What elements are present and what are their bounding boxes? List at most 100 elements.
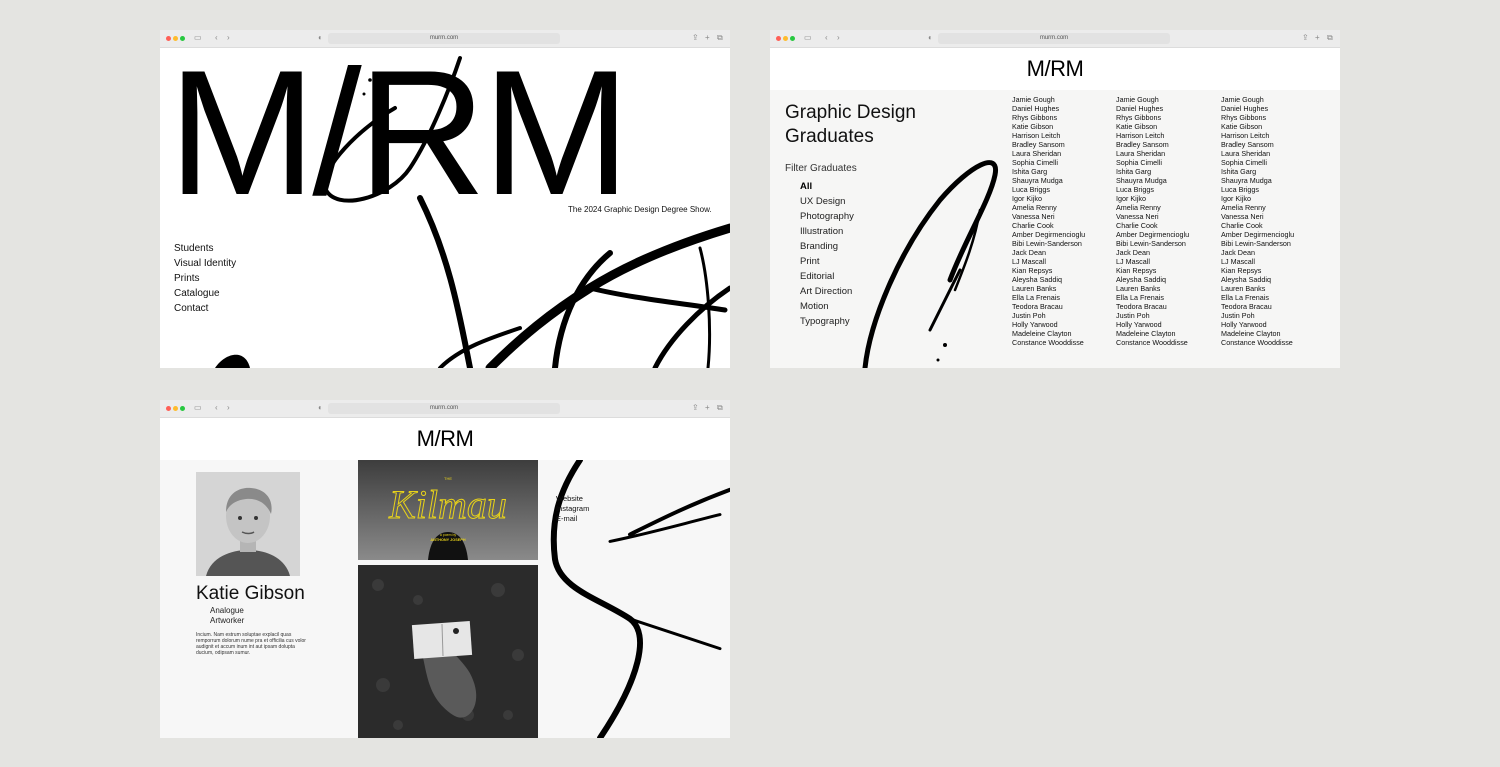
graduate-name[interactable]: Ishita Garg [1012,167,1085,176]
filter-print[interactable]: Print [800,254,854,269]
graduate-name[interactable]: Bradley Sansom [1221,140,1294,149]
graduate-name[interactable]: Vanessa Neri [1116,212,1189,221]
address-bar[interactable]: murm.com [328,403,560,414]
graduate-name[interactable]: Katie Gibson [1012,122,1085,131]
nav-item-prints[interactable]: Prints [174,271,236,286]
filter-art-direction[interactable]: Art Direction [800,284,854,299]
close-window-icon[interactable] [776,36,781,41]
graduate-name[interactable]: Justin Poh [1012,311,1085,320]
graduate-name[interactable]: Holly Yarwood [1012,320,1085,329]
graduate-name[interactable]: Madeleine Clayton [1221,329,1294,338]
graduate-name[interactable]: Daniel Hughes [1012,104,1085,113]
graduate-name[interactable]: Teodora Bracau [1221,302,1294,311]
graduate-name[interactable]: Justin Poh [1116,311,1189,320]
close-window-icon[interactable] [166,406,171,411]
filter-editorial[interactable]: Editorial [800,269,854,284]
graduate-name[interactable]: Jamie Gough [1221,95,1294,104]
graduate-name[interactable]: Amber Degirmencioglu [1221,230,1294,239]
project-image-photo[interactable] [358,565,538,738]
graduate-name[interactable]: Luca Briggs [1012,185,1085,194]
graduate-name[interactable]: Rhys Gibbons [1012,113,1085,122]
tabs-overview-icon[interactable]: ⧉ [717,33,723,43]
graduate-name[interactable]: Harrison Leitch [1221,131,1294,140]
new-tab-icon[interactable]: + [1315,33,1320,43]
graduate-name[interactable]: Jamie Gough [1116,95,1189,104]
graduate-name[interactable]: Shauyra Mudga [1116,176,1189,185]
graduate-name[interactable]: LJ Mascall [1221,257,1294,266]
graduate-name[interactable]: Lauren Banks [1012,284,1085,293]
graduate-name[interactable]: Madeleine Clayton [1116,329,1189,338]
site-logo[interactable]: M/RM [417,426,474,451]
back-icon[interactable]: ‹ [215,403,218,413]
graduate-name[interactable]: Sophia Cimelli [1012,158,1085,167]
graduate-name[interactable]: Bibi Lewin-Sanderson [1012,239,1085,248]
graduate-name[interactable]: Jamie Gough [1012,95,1085,104]
graduate-name[interactable]: Charlie Cook [1012,221,1085,230]
tabs-overview-icon[interactable]: ⧉ [717,403,723,413]
graduate-name[interactable]: Constance Wooddisse [1012,338,1085,347]
minimize-window-icon[interactable] [173,406,178,411]
graduate-name[interactable]: Amelia Renny [1116,203,1189,212]
zoom-window-icon[interactable] [180,406,185,411]
site-logo-large[interactable]: M/RM [168,44,631,222]
graduate-name[interactable]: Laura Sheridan [1116,149,1189,158]
share-icon[interactable]: ⇪ [692,33,699,43]
graduate-name[interactable]: Harrison Leitch [1012,131,1085,140]
back-icon[interactable]: ‹ [825,33,828,43]
graduate-name[interactable]: Igor Kijko [1116,194,1189,203]
address-bar[interactable]: murm.com [938,33,1170,44]
graduate-name[interactable]: Jack Dean [1116,248,1189,257]
graduate-name[interactable]: Aleysha Saddiq [1221,275,1294,284]
link-website[interactable]: Website [556,494,589,504]
graduate-name[interactable]: Holly Yarwood [1116,320,1189,329]
graduate-name[interactable]: Amber Degirmencioglu [1012,230,1085,239]
link-instagram[interactable]: Instagram [556,504,589,514]
graduate-name[interactable]: Aleysha Saddiq [1012,275,1085,284]
nav-item-visual-identity[interactable]: Visual Identity [174,256,236,271]
graduate-name[interactable]: Jack Dean [1012,248,1085,257]
graduate-name[interactable]: Bradley Sansom [1012,140,1085,149]
graduate-name[interactable]: Charlie Cook [1221,221,1294,230]
graduate-name[interactable]: Laura Sheridan [1221,149,1294,158]
graduate-name[interactable]: Luca Briggs [1221,185,1294,194]
graduate-name[interactable]: Kian Repsys [1221,266,1294,275]
nav-item-catalogue[interactable]: Catalogue [174,286,236,301]
graduate-name[interactable]: Ella La Frenais [1221,293,1294,302]
graduate-name[interactable]: Charlie Cook [1116,221,1189,230]
forward-icon[interactable]: › [837,33,840,43]
graduate-name[interactable]: Amber Degirmencioglu [1116,230,1189,239]
graduate-name[interactable]: Igor Kijko [1012,194,1085,203]
share-icon[interactable]: ⇪ [1302,33,1309,43]
shield-icon[interactable]: ◐ [928,33,933,43]
graduate-name[interactable]: Bibi Lewin-Sanderson [1221,239,1294,248]
forward-icon[interactable]: › [227,403,230,413]
graduate-name[interactable]: Amelia Renny [1012,203,1085,212]
graduate-name[interactable]: Daniel Hughes [1221,104,1294,113]
graduate-name[interactable]: Jack Dean [1221,248,1294,257]
zoom-window-icon[interactable] [790,36,795,41]
graduate-name[interactable]: Constance Wooddisse [1116,338,1189,347]
graduate-name[interactable]: Bradley Sansom [1116,140,1189,149]
graduate-name[interactable]: Shauyra Mudga [1221,176,1294,185]
graduate-name[interactable]: Igor Kijko [1221,194,1294,203]
graduate-name[interactable]: Kian Repsys [1012,266,1085,275]
tabs-overview-icon[interactable]: ⧉ [1327,33,1333,43]
sidebar-icon[interactable]: ▭ [804,33,812,43]
site-logo[interactable]: M/RM [1027,56,1084,81]
graduate-name[interactable]: Amelia Renny [1221,203,1294,212]
filter-typography[interactable]: Typography [800,314,854,329]
graduate-name[interactable]: LJ Mascall [1116,257,1189,266]
filter-branding[interactable]: Branding [800,239,854,254]
filter-illustration[interactable]: Illustration [800,224,854,239]
graduate-name[interactable]: Rhys Gibbons [1116,113,1189,122]
graduate-name[interactable]: Justin Poh [1221,311,1294,320]
new-tab-icon[interactable]: + [705,403,710,413]
graduate-name[interactable]: Teodora Bracau [1116,302,1189,311]
graduate-name[interactable]: Luca Briggs [1116,185,1189,194]
filter-ux-design[interactable]: UX Design [800,194,854,209]
nav-item-contact[interactable]: Contact [174,301,236,316]
graduate-name[interactable]: Ella La Frenais [1116,293,1189,302]
graduate-name[interactable]: Katie Gibson [1221,122,1294,131]
graduate-name[interactable]: Daniel Hughes [1116,104,1189,113]
sidebar-icon[interactable]: ▭ [194,403,202,413]
